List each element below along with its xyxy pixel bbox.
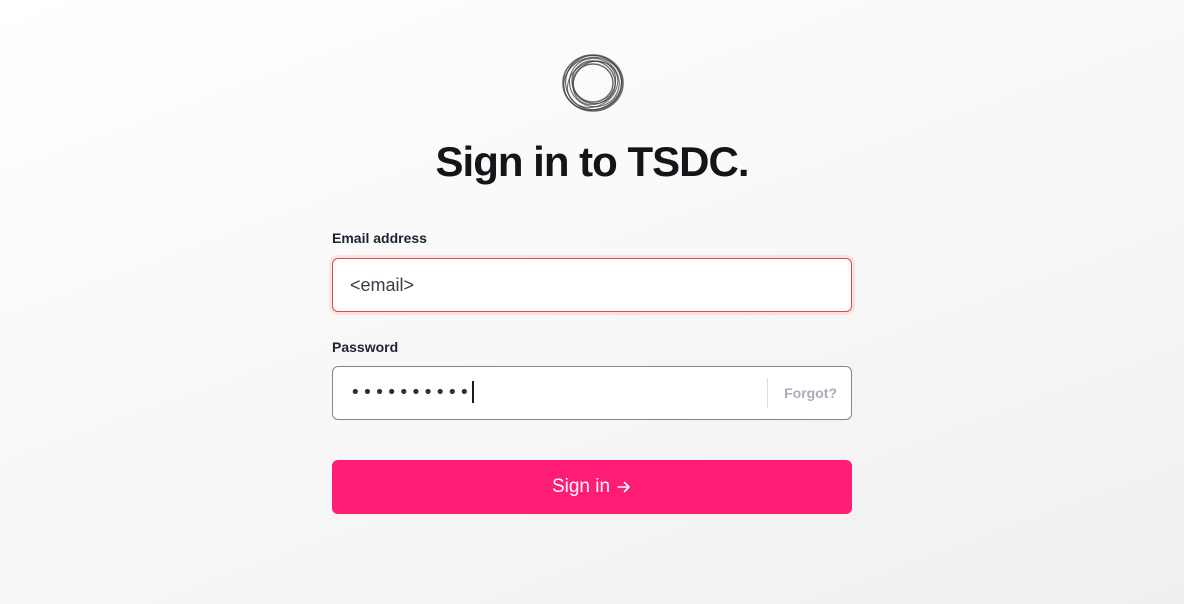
- password-masked-value: ••••••••••: [350, 382, 472, 403]
- email-field[interactable]: [333, 259, 851, 311]
- forgot-password-link[interactable]: Forgot?: [784, 367, 837, 419]
- arrow-right-icon: [616, 479, 632, 495]
- field-divider: [767, 378, 768, 408]
- sign-in-form: Email address Password •••••••••• Forgot…: [332, 228, 852, 514]
- ring-logo-icon: [559, 51, 627, 115]
- page-title: Sign in to TSDC.: [435, 138, 750, 185]
- sign-in-page: Sign in to TSDC. Email address Password …: [0, 0, 1184, 604]
- email-field-wrapper: [332, 258, 852, 312]
- email-label: Email address: [332, 230, 427, 246]
- text-caret: [472, 380, 474, 403]
- password-value-wrapper: ••••••••••: [350, 367, 474, 419]
- sign-in-button-label: Sign in: [551, 476, 611, 497]
- sign-in-button[interactable]: Sign in: [332, 460, 852, 514]
- password-label: Password: [332, 339, 399, 355]
- password-field[interactable]: •••••••••• Forgot?: [332, 366, 852, 420]
